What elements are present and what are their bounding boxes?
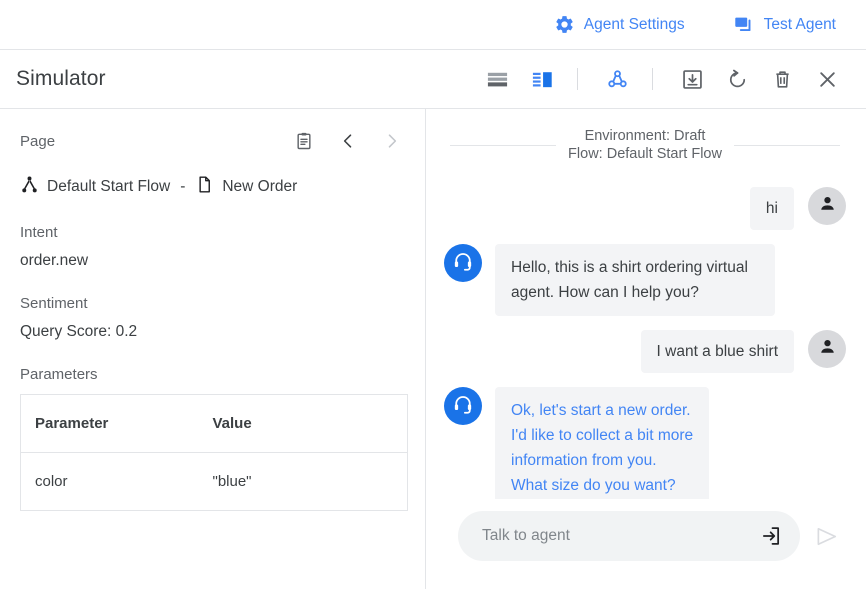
parameters-label: Parameters <box>20 366 407 383</box>
conversation-meta: Environment: Draft Flow: Default Start F… <box>568 127 722 163</box>
chevron-left-icon[interactable] <box>333 126 363 156</box>
message-bubble-user: I want a blue shirt <box>641 330 794 373</box>
clipboard-icon[interactable] <box>289 126 319 156</box>
delete-icon[interactable] <box>765 62 799 96</box>
breadcrumb-separator: - <box>178 178 187 196</box>
test-agent-label: Test Agent <box>764 16 836 34</box>
toolbar-divider-1 <box>577 68 578 90</box>
agent-settings-label: Agent Settings <box>584 16 685 34</box>
avatar <box>444 244 482 282</box>
message-bubble-agent: Hello, this is a shirt ordering virtual … <box>495 244 775 316</box>
side-by-side-view-icon[interactable] <box>525 62 559 96</box>
toolbar-divider-2 <box>652 68 653 90</box>
details-panel: Page <box>0 109 426 589</box>
test-agent-button[interactable]: Test Agent <box>727 10 842 40</box>
close-icon[interactable] <box>810 62 844 96</box>
chevron-right-icon[interactable] <box>377 126 407 156</box>
intent-label: Intent <box>20 224 407 241</box>
list-item: I want a blue shirt <box>444 330 846 373</box>
intent-value: order.new <box>20 252 407 270</box>
message-bubble-user: hi <box>750 187 794 230</box>
headset-icon <box>452 393 474 420</box>
table-row: color "blue" <box>21 453 408 511</box>
simulator-app: Agent Settings Test Agent Simulator <box>0 0 866 589</box>
account-tree-icon <box>20 175 39 199</box>
top-bar: Agent Settings Test Agent <box>0 0 866 50</box>
divider-left <box>450 145 556 146</box>
list-item: hi <box>444 187 846 230</box>
column-header-parameter: Parameter <box>21 395 199 453</box>
parameters-table: Parameter Value color "blue" <box>20 394 408 511</box>
message-composer <box>444 499 846 589</box>
environment-line: Environment: Draft <box>568 127 722 145</box>
message-bubble-agent: Ok, let's start a new order. I'd like to… <box>495 387 709 499</box>
sentiment-label: Sentiment <box>20 295 407 312</box>
restart-icon[interactable] <box>720 62 754 96</box>
page-label: Page <box>20 133 289 150</box>
table-header-row: Parameter Value <box>21 395 408 453</box>
talk-to-agent-field[interactable] <box>458 511 800 561</box>
page-title: Simulator <box>16 67 106 91</box>
gear-icon <box>554 14 575 35</box>
conversation-header: Environment: Draft Flow: Default Start F… <box>444 127 846 163</box>
chat-panel: Environment: Draft Flow: Default Start F… <box>426 109 866 589</box>
talk-to-agent-input[interactable] <box>482 527 760 545</box>
avatar <box>808 187 846 225</box>
simulator-toolbar <box>480 62 844 96</box>
flow-name: Default Start Flow <box>47 178 170 196</box>
flow-line: Flow: Default Start Flow <box>568 145 722 163</box>
avatar <box>444 387 482 425</box>
cell-parameter: color <box>21 453 199 511</box>
simulator-body: Page <box>0 109 866 589</box>
page-file-icon <box>195 175 214 199</box>
stacked-view-icon[interactable] <box>480 62 514 96</box>
list-item: Hello, this is a shirt ordering virtual … <box>444 244 846 316</box>
simulator-header: Simulator <box>0 50 866 109</box>
flow-breadcrumb: Default Start Flow - New Order <box>20 175 407 199</box>
page-name: New Order <box>222 178 297 196</box>
chat-bubbles-icon <box>733 14 755 36</box>
login-arrow-icon[interactable] <box>760 525 782 547</box>
page-header-row: Page <box>20 127 407 155</box>
send-icon[interactable] <box>806 516 846 556</box>
agent-settings-button[interactable]: Agent Settings <box>548 10 691 39</box>
cell-value: "blue" <box>199 453 408 511</box>
headset-icon <box>452 250 474 277</box>
avatar <box>808 330 846 368</box>
save-icon[interactable] <box>675 62 709 96</box>
person-icon <box>817 336 838 362</box>
person-icon <box>817 193 838 219</box>
message-list: hi <box>444 163 846 499</box>
divider-right <box>734 145 840 146</box>
column-header-value: Value <box>199 395 408 453</box>
list-item: Ok, let's start a new order. I'd like to… <box>444 387 846 499</box>
flow-graph-icon[interactable] <box>600 62 634 96</box>
sentiment-value: Query Score: 0.2 <box>20 323 407 341</box>
